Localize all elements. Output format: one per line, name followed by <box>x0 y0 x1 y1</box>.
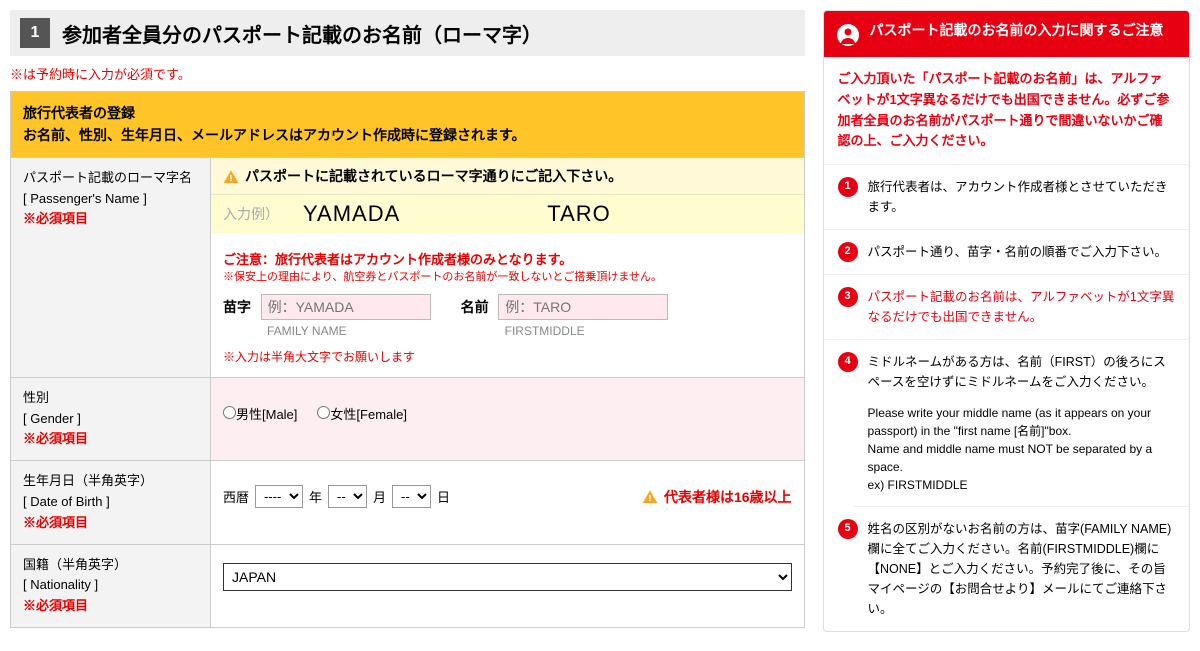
gender-male-label: 男性[Male] <box>236 407 297 422</box>
family-label: 苗字 <box>223 299 251 315</box>
gender-required: ※必須項目 <box>23 429 198 450</box>
example-row: 入力例） YAMADA TARO <box>211 194 804 233</box>
sidebar-notice: パスポート記載のお名前の入力に関するご注意 ご入力頂いた「パスポート記載のお名前… <box>823 10 1190 632</box>
dob-month-select[interactable]: -- <box>328 485 367 508</box>
dob-month-suffix: 月 <box>373 487 386 506</box>
nat-value-cell: JAPAN <box>211 544 805 627</box>
banner-line1: 旅行代表者の登録 <box>23 102 792 124</box>
example-first: TARO <box>547 201 791 227</box>
bullet-icon: 5 <box>838 519 858 539</box>
list-item: 4 ミドルネームがある方は、名前（FIRST）の後ろにスペースを空けずにミドルネー… <box>824 340 1189 404</box>
banner-line2: お名前、性別、生年月日、メールアドレスはアカウント作成時に登録されます。 <box>23 124 792 146</box>
dob-day-suffix: 日 <box>437 487 450 506</box>
gender-female-radio[interactable] <box>317 406 330 419</box>
gender-female-option[interactable]: 女性[Female] <box>317 404 407 423</box>
sidebar-list-2: 5 姓名の区別がないお名前の方は、苗字(FAMILY NAME)欄に全てご入力くだ… <box>824 507 1189 631</box>
item-text: 旅行代表者は、アカウント作成者様とさせていただきます。 <box>868 177 1175 217</box>
name-label-en: [ Passenger's Name ] <box>23 189 198 210</box>
list-item: 2 パスポート通り、苗字・名前の順番でご入力下さい。 <box>824 230 1189 275</box>
passport-warning: パスポートに記載されているローマ字通りにご記入下さい。 <box>211 158 804 194</box>
dob-label-cell: 生年月日（半角英字） [ Date of Birth ] ※必須項目 <box>11 461 211 544</box>
bullet-icon: 2 <box>838 242 858 262</box>
gender-label-en: [ Gender ] <box>23 409 198 430</box>
gender-male-radio[interactable] <box>223 406 236 419</box>
passport-warning-text: パスポートに記載されているローマ字通りにご記入下さい。 <box>245 168 622 184</box>
registration-banner: 旅行代表者の登録 お名前、性別、生年月日、メールアドレスはアカウント作成時に登録… <box>10 91 805 157</box>
bullet-icon: 4 <box>838 352 858 372</box>
list-item: 1 旅行代表者は、アカウント作成者様とさせていただきます。 <box>824 165 1189 230</box>
nat-label-jp: 国籍（半角英字） <box>23 555 198 576</box>
dob-label-jp: 生年月日（半角英字） <box>23 471 198 492</box>
example-label: 入力例） <box>223 204 303 224</box>
step-title: 参加者全員分のパスポート記載のお名前（ローマ字） <box>62 19 542 48</box>
step-number: 1 <box>20 18 50 48</box>
gender-label-jp: 性別 <box>23 388 198 409</box>
family-en-label: FAMILY NAME <box>267 324 431 338</box>
caution-text: ご注意：旅行代表者はアカウント作成者様のみとなります。 <box>223 249 792 268</box>
sidebar-title: パスポート記載のお名前の入力に関するご注意 <box>870 21 1164 41</box>
age-warning: 代表者様は16歳以上 <box>642 487 792 507</box>
sidebar-list: 1 旅行代表者は、アカウント作成者様とさせていただきます。 2 パスポート通り、苗字… <box>824 165 1189 404</box>
name-value-cell: パスポートに記載されているローマ字通りにご記入下さい。 入力例） YAMADA … <box>211 157 805 377</box>
item4-sub: Please write your middle name (as it app… <box>854 404 1189 507</box>
list-item: 3 パスポート記載のお名前は、アルファベットが1文字異なるだけでも出国できません。 <box>824 275 1189 340</box>
bullet-icon: 3 <box>838 287 858 307</box>
gender-female-label: 女性[Female] <box>330 407 407 422</box>
item-text: パスポート通り、苗字・名前の順番でご入力下さい。 <box>868 242 1168 262</box>
item-text: パスポート記載のお名前は、アルファベットが1文字異なるだけでも出国できません。 <box>868 287 1175 327</box>
family-name-input[interactable] <box>261 294 431 320</box>
name-label-jp: パスポート記載のローマ字名 <box>23 168 198 189</box>
example-family: YAMADA <box>303 201 547 227</box>
nat-label-cell: 国籍（半角英字） [ Nationality ] ※必須項目 <box>11 544 211 627</box>
gender-value-cell: 男性[Male] 女性[Female] <box>211 377 805 460</box>
sidebar-intro: ご入力頂いた「パスポート記載のお名前」は、アルファベットが1文字異なるだけでも出… <box>824 57 1189 165</box>
item-text: ミドルネームがある方は、名前（FIRST）の後ろにスペースを空けずにミドルネーム… <box>868 352 1175 392</box>
name-required: ※必須項目 <box>23 209 198 230</box>
bullet-icon: 1 <box>838 177 858 197</box>
gender-male-option[interactable]: 男性[Male] <box>223 404 297 423</box>
age-warning-text: 代表者様は16歳以上 <box>664 487 792 507</box>
nationality-select[interactable]: JAPAN <box>223 563 792 591</box>
form-table: パスポート記載のローマ字名 [ Passenger's Name ] ※必須項目… <box>10 157 805 628</box>
warning-icon <box>642 489 658 505</box>
first-name-input[interactable] <box>498 294 668 320</box>
step-header: 1 参加者全員分のパスポート記載のお名前（ローマ字） <box>10 10 805 56</box>
nat-label-en: [ Nationality ] <box>23 575 198 596</box>
dob-required: ※必須項目 <box>23 513 198 534</box>
dob-value-cell: 西暦 ---- 年 -- 月 -- 日 代表者様は16歳以上 <box>211 461 805 544</box>
gender-label-cell: 性別 [ Gender ] ※必須項目 <box>11 377 211 460</box>
warning-icon <box>223 169 239 185</box>
dob-day-select[interactable]: -- <box>392 485 431 508</box>
dob-year-select[interactable]: ---- <box>255 485 303 508</box>
dob-era-label: 西暦 <box>223 487 249 506</box>
sidebar-header: パスポート記載のお名前の入力に関するご注意 <box>824 11 1189 57</box>
item-text: 姓名の区別がないお名前の方は、苗字(FAMILY NAME)欄に全てご入力くださ… <box>868 519 1175 619</box>
dob-year-suffix: 年 <box>309 487 322 506</box>
required-note: ※は予約時に入力が必須です。 <box>10 64 805 83</box>
dob-label-en: [ Date of Birth ] <box>23 492 198 513</box>
list-item: 5 姓名の区別がないお名前の方は、苗字(FAMILY NAME)欄に全てご入力くだ… <box>824 507 1189 631</box>
first-en-label: FIRSTMIDDLE <box>505 324 669 338</box>
caution-sub-text: ※保安上の理由により、航空券とパスポートのお名前が一致しないとご搭乗頂けません。 <box>223 268 792 284</box>
first-label: 名前 <box>461 299 489 315</box>
halfwidth-note: ※入力は半角大文字でお願いします <box>223 348 792 365</box>
name-label-cell: パスポート記載のローマ字名 [ Passenger's Name ] ※必須項目 <box>11 157 211 377</box>
person-icon <box>836 23 860 47</box>
nat-required: ※必須項目 <box>23 596 198 617</box>
